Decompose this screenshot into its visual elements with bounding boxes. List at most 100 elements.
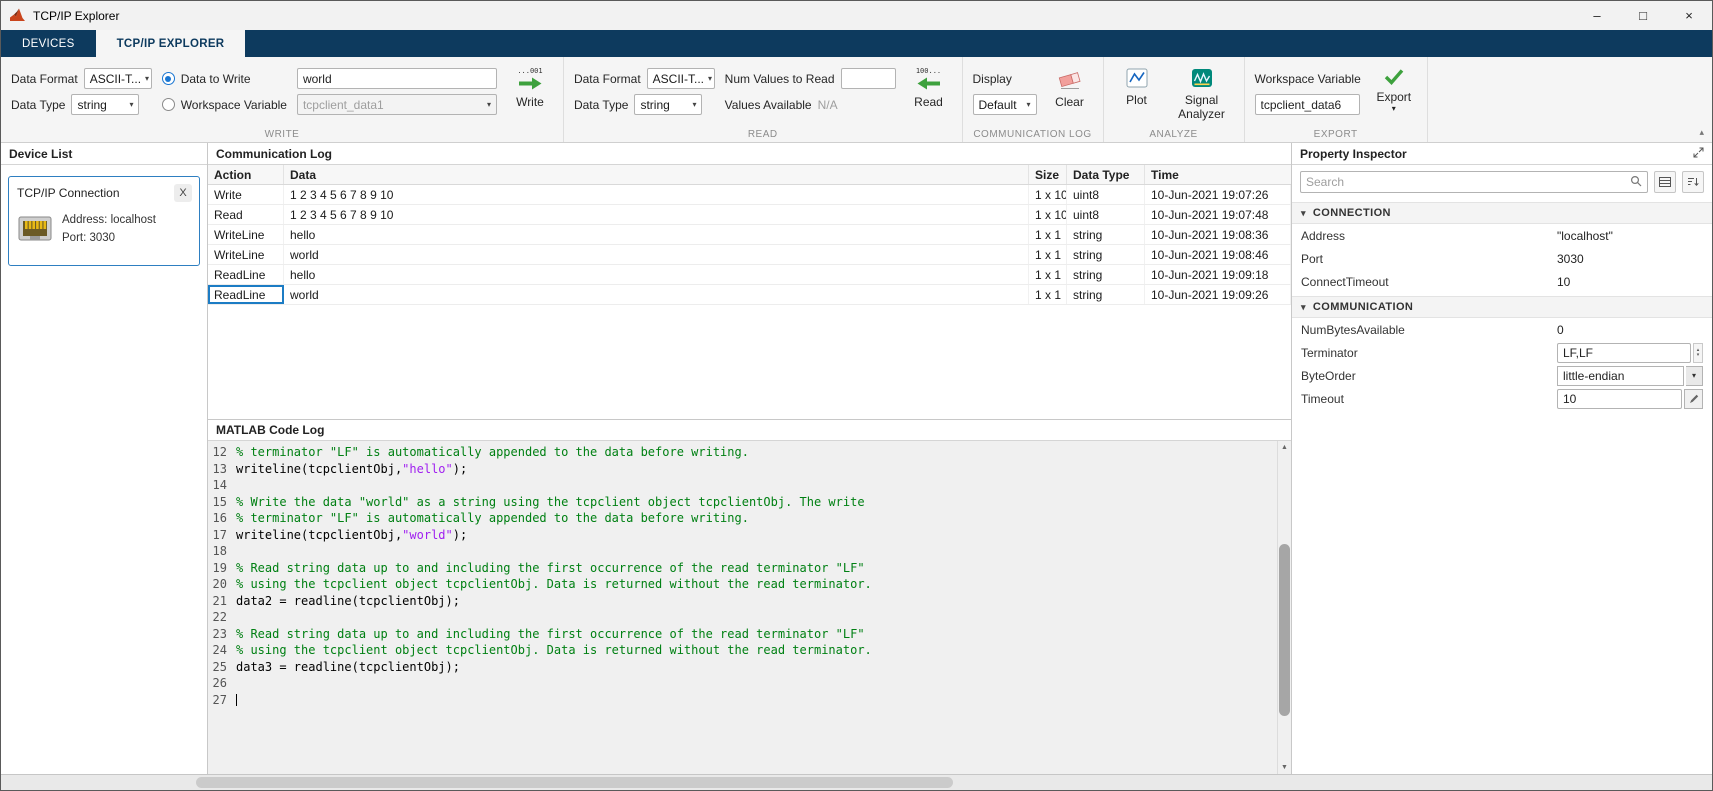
toolstrip-tabs: DEVICES TCP/IP EXPLORER [1, 30, 1712, 57]
write-button[interactable]: ...001 Write [507, 68, 553, 109]
table-cell[interactable]: ReadLine [208, 285, 284, 304]
plot-button[interactable]: Plot [1114, 68, 1160, 107]
column-header-time[interactable]: Time [1145, 165, 1291, 184]
table-cell[interactable]: 10-Jun-2021 19:09:18 [1145, 265, 1291, 284]
table-cell[interactable]: 10-Jun-2021 19:07:48 [1145, 205, 1291, 224]
device-close-button[interactable]: X [174, 184, 192, 202]
workspace-variable-radio[interactable] [162, 98, 175, 111]
table-cell[interactable]: string [1067, 225, 1145, 244]
numbytesavailable-value: 0 [1557, 323, 1564, 337]
table-cell[interactable]: 10-Jun-2021 19:08:36 [1145, 225, 1291, 244]
export-workspace-variable-input[interactable] [1255, 94, 1360, 115]
column-header-data-type[interactable]: Data Type [1067, 165, 1145, 184]
clear-button[interactable]: Clear [1047, 68, 1093, 109]
column-header-data[interactable]: Data [284, 165, 1029, 184]
byteorder-dropdown[interactable]: little-endian [1557, 366, 1684, 386]
read-data-type-dropdown[interactable]: string ▾ [634, 94, 702, 115]
table-cell[interactable]: WriteLine [208, 245, 284, 264]
code-lines[interactable]: 12% terminator "LF" is automatically app… [208, 441, 1277, 774]
num-values-input[interactable] [841, 68, 896, 89]
table-cell[interactable]: Write [208, 185, 284, 204]
export-section-label: EXPORT [1245, 129, 1427, 140]
tab-tcpip-explorer[interactable]: TCP/IP EXPLORER [96, 30, 246, 57]
table-row[interactable]: Read1 2 3 4 5 6 7 8 9 101 x 10uint810-Ju… [208, 205, 1291, 225]
code-vertical-scrollbar[interactable]: ▲ ▼ [1277, 441, 1291, 774]
edit-button[interactable] [1684, 389, 1703, 409]
table-cell[interactable]: world [284, 285, 1029, 304]
timeout-input[interactable] [1557, 389, 1682, 409]
table-cell[interactable]: 1 x 1 [1029, 285, 1067, 304]
table-cell[interactable]: 10-Jun-2021 19:07:26 [1145, 185, 1291, 204]
table-cell[interactable]: 1 2 3 4 5 6 7 8 9 10 [284, 185, 1029, 204]
signal-analyzer-button[interactable]: Signal Analyzer [1170, 68, 1234, 122]
section-label: CONNECTION [1313, 207, 1391, 219]
table-cell[interactable]: Read [208, 205, 284, 224]
property-sections: ▾CONNECTIONAddress"localhost"Port3030Con… [1292, 199, 1712, 410]
group-view-button[interactable] [1654, 171, 1676, 193]
section-header-communication[interactable]: ▾COMMUNICATION [1292, 296, 1712, 318]
property-search-box[interactable] [1300, 171, 1648, 193]
minimize-button[interactable]: – [1574, 1, 1620, 30]
table-row[interactable]: WriteLinehello1 x 1string10-Jun-2021 19:… [208, 225, 1291, 245]
write-button-label: Write [516, 95, 544, 109]
table-cell[interactable]: 1 2 3 4 5 6 7 8 9 10 [284, 205, 1029, 224]
sort-button[interactable] [1682, 171, 1704, 193]
table-cell[interactable]: world [284, 245, 1029, 264]
table-cell[interactable]: uint8 [1067, 205, 1145, 224]
section-header-connection[interactable]: ▾CONNECTION [1292, 202, 1712, 224]
scroll-down-icon[interactable]: ▼ [1278, 761, 1291, 774]
line-number: 25 [208, 659, 236, 676]
column-header-action[interactable]: Action [208, 165, 284, 184]
read-data-type-value: string [640, 98, 669, 112]
write-data-type-label: Data Type [11, 98, 65, 112]
undock-icon[interactable] [1693, 147, 1704, 161]
table-cell[interactable]: 10-Jun-2021 19:08:46 [1145, 245, 1291, 264]
table-cell[interactable]: 1 x 10 [1029, 185, 1067, 204]
table-cell[interactable]: string [1067, 285, 1145, 304]
dropdown-arrow-icon[interactable]: ▾ [1686, 366, 1703, 386]
table-row[interactable]: ReadLineworld1 x 1string10-Jun-2021 19:0… [208, 285, 1291, 305]
table-cell[interactable]: 1 x 1 [1029, 265, 1067, 284]
clear-button-label: Clear [1055, 95, 1084, 109]
maximize-button[interactable]: □ [1620, 1, 1666, 30]
table-cell[interactable]: 1 x 1 [1029, 225, 1067, 244]
read-button[interactable]: 100... Read [906, 68, 952, 109]
table-cell[interactable]: hello [284, 225, 1029, 244]
table-row[interactable]: WriteLineworld1 x 1string10-Jun-2021 19:… [208, 245, 1291, 265]
table-cell[interactable]: hello [284, 265, 1029, 284]
table-cell[interactable]: ReadLine [208, 265, 284, 284]
data-to-write-input[interactable] [297, 68, 497, 89]
table-cell[interactable]: WriteLine [208, 225, 284, 244]
column-header-size[interactable]: Size [1029, 165, 1067, 184]
write-data-format-dropdown[interactable]: ASCII-T... ▾ [84, 68, 152, 89]
horizontal-scrollbar-thumb[interactable] [196, 777, 953, 788]
display-dropdown[interactable]: Default ▾ [973, 94, 1037, 115]
table-cell[interactable]: 10-Jun-2021 19:09:26 [1145, 285, 1291, 304]
table-cell[interactable]: string [1067, 245, 1145, 264]
read-data-format-dropdown[interactable]: ASCII-T... ▾ [647, 68, 715, 89]
table-cell[interactable]: 1 x 1 [1029, 245, 1067, 264]
code-line: 26 [208, 675, 1277, 692]
property-name: Terminator [1301, 346, 1557, 360]
code-line: 18 [208, 543, 1277, 560]
data-to-write-radio[interactable] [162, 72, 175, 85]
write-workspace-variable-dropdown[interactable]: tcpclient_data1 ▾ [297, 94, 497, 115]
table-cell[interactable]: uint8 [1067, 185, 1145, 204]
workspace-variable-radio-label: Workspace Variable [181, 98, 287, 112]
property-search-input[interactable] [1306, 175, 1626, 189]
close-button[interactable]: × [1666, 1, 1712, 30]
table-cell[interactable]: 1 x 10 [1029, 205, 1067, 224]
tab-devices[interactable]: DEVICES [1, 30, 96, 57]
scrollbar-thumb[interactable] [1279, 544, 1290, 716]
stepper[interactable]: ▴▾ [1693, 343, 1703, 363]
toolstrip-collapse-icon[interactable]: ▴ [1699, 127, 1704, 138]
terminator-input[interactable] [1557, 343, 1691, 363]
device-card-tcpip-connection[interactable]: TCP/IP Connection X Address: localhost P… [8, 176, 200, 266]
bottom-scrollbar[interactable] [1, 774, 1712, 790]
export-button[interactable]: Export ▾ [1371, 68, 1417, 113]
table-cell[interactable]: string [1067, 265, 1145, 284]
write-data-type-dropdown[interactable]: string ▾ [71, 94, 139, 115]
scroll-up-icon[interactable]: ▲ [1278, 441, 1291, 454]
table-row[interactable]: Write1 2 3 4 5 6 7 8 9 101 x 10uint810-J… [208, 185, 1291, 205]
table-row[interactable]: ReadLinehello1 x 1string10-Jun-2021 19:0… [208, 265, 1291, 285]
